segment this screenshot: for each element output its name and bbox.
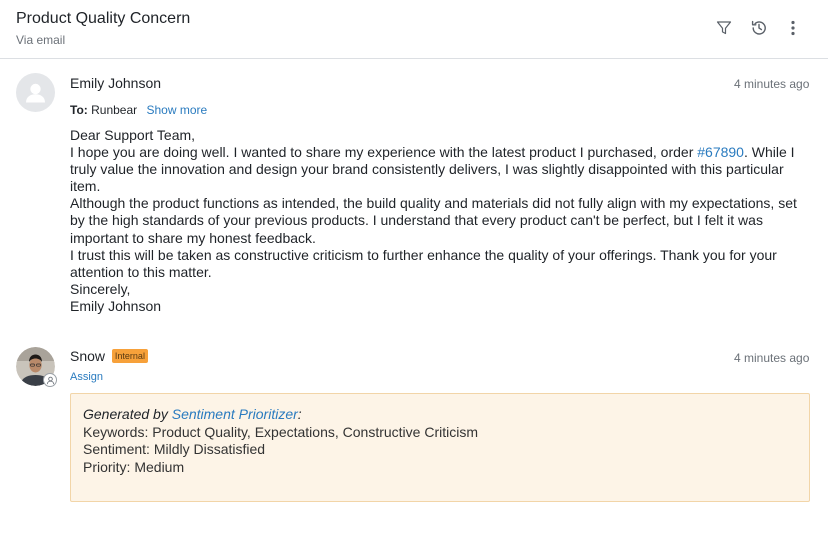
agent-avatar [16, 347, 57, 387]
sentiment-line: Sentiment: Mildly Dissatisfied [83, 441, 266, 457]
internal-badge: Internal [111, 349, 148, 363]
ticket-title: Product Quality Concern [16, 10, 191, 27]
agent-name: Snow [70, 348, 106, 364]
to-label: To: [70, 103, 88, 117]
sender-name: Emily Johnson [70, 75, 162, 91]
body-line: Although the product functions as intend… [70, 195, 797, 246]
assign-user-icon [43, 373, 57, 387]
body-line: I trust this will be taken as constructi… [70, 246, 777, 280]
agent-name-line: Snow Internal [70, 348, 148, 364]
ticket-header: Product Quality Concern Via email [0, 0, 828, 59]
ticket-channel: Via email [16, 33, 66, 47]
generated-by-line: Generated by Sentiment Prioritizer: [83, 406, 302, 422]
history-icon[interactable] [749, 18, 769, 38]
filter-icon[interactable] [714, 18, 734, 38]
body-line: I hope you are doing well. I wanted to s… [70, 144, 795, 195]
generator-link[interactable]: Sentiment Prioritizer [172, 406, 298, 422]
assign-link[interactable]: Assign [70, 371, 103, 383]
reply-time: 4 minutes ago [734, 351, 810, 365]
message-body: Dear Support Team, I hope you are doing … [70, 127, 810, 315]
user-avatar-icon [26, 83, 45, 103]
message-time: 4 minutes ago [734, 77, 810, 91]
body-line: Dear Support Team, [70, 127, 196, 143]
internal-note: Generated by Sentiment Prioritizer: Keyw… [70, 393, 810, 502]
body-line: Sincerely, [70, 280, 131, 297]
recipient-name: Runbear [91, 103, 138, 117]
body-line: Emily Johnson [70, 297, 162, 314]
sender-avatar [16, 73, 55, 112]
order-link[interactable]: #67890 [697, 144, 744, 160]
priority-line: Priority: Medium [83, 458, 185, 475]
recipient-line: To: Runbear Show more [70, 103, 207, 117]
keywords-line: Keywords: Product Quality, Expectations,… [83, 423, 478, 440]
show-more-link[interactable]: Show more [146, 103, 207, 117]
more-vertical-icon[interactable] [783, 18, 803, 38]
